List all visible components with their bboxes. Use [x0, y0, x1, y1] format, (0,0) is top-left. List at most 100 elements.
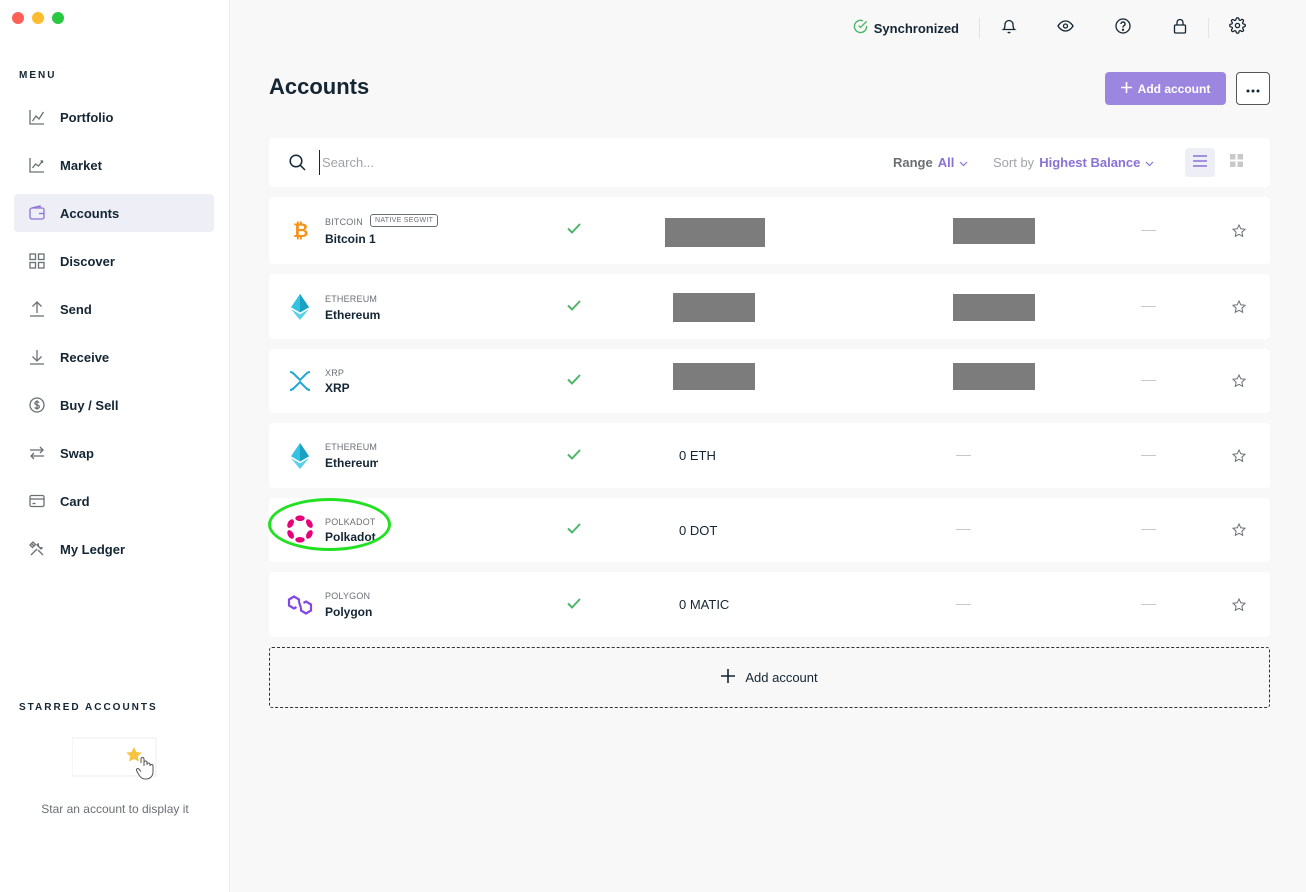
- account-ticker: ETHEREUM: [325, 442, 378, 452]
- svg-text:₿: ₿: [293, 220, 308, 241]
- sidebar-item-label: Portfolio: [60, 109, 114, 125]
- account-row-polkadot[interactable]: POLKADOT Polkadot 0 DOT: [269, 498, 1270, 562]
- redacted-balance: [673, 363, 755, 390]
- star-icon[interactable]: [1231, 373, 1247, 393]
- sort-dropdown[interactable]: Sort by Highest Balance: [993, 155, 1154, 170]
- countervalue-dash: [956, 455, 971, 456]
- help-button[interactable]: [1094, 17, 1151, 39]
- account-balance: 0 ETH: [679, 448, 716, 463]
- plus-icon: [721, 669, 736, 686]
- sidebar-item-swap[interactable]: Swap: [14, 434, 214, 472]
- redacted-balance: [665, 218, 765, 247]
- notifications-button[interactable]: [980, 18, 1037, 39]
- account-balance: 0 DOT: [679, 523, 718, 538]
- chart-line-icon: [28, 108, 46, 126]
- sync-check-icon: [567, 447, 581, 465]
- redacted-countervalue: [953, 218, 1035, 244]
- eye-icon: [1057, 18, 1074, 39]
- arrow-up-icon: [28, 300, 46, 318]
- bell-icon: [1000, 18, 1017, 39]
- account-ticker: POLKADOT: [325, 517, 376, 527]
- plus-icon: [1120, 81, 1132, 96]
- lock-button[interactable]: [1151, 18, 1208, 39]
- sidebar-item-market[interactable]: Market: [14, 146, 214, 184]
- account-name: Ethereum: [325, 308, 381, 322]
- card-icon: [28, 492, 46, 510]
- countervalue-dash: [956, 529, 971, 530]
- sidebar-item-card[interactable]: Card: [14, 482, 214, 520]
- sidebar-item-send[interactable]: Send: [14, 290, 214, 328]
- redacted-countervalue: [953, 363, 1035, 390]
- search-input[interactable]: [319, 150, 619, 175]
- sidebar-item-label: Accounts: [60, 205, 120, 221]
- minimize-window-button[interactable]: [32, 12, 44, 24]
- account-row-polygon[interactable]: POLYGON Polygon 0 MATIC: [269, 572, 1270, 637]
- sidebar-item-label: My Ledger: [60, 541, 126, 557]
- close-window-button[interactable]: [12, 12, 24, 24]
- sync-check-icon: [567, 596, 581, 614]
- grid-view-button[interactable]: [1221, 148, 1251, 177]
- settings-button[interactable]: [1209, 17, 1266, 39]
- sidebar-nav: Portfolio Market Accounts Discover Send …: [14, 98, 214, 578]
- account-name: Bitcoin 1: [325, 232, 376, 246]
- sort-label: Sort by: [993, 155, 1035, 170]
- range-value: All: [937, 155, 955, 170]
- search-icon: [289, 154, 306, 176]
- redacted-countervalue: [953, 294, 1035, 321]
- account-tag: NATIVE SEGWIT: [370, 214, 439, 227]
- sync-check-icon: [567, 372, 581, 390]
- account-name: Polkadot: [325, 530, 376, 544]
- menu-title: MENU: [19, 70, 57, 81]
- chevron-down-icon: [959, 155, 968, 170]
- add-account-row[interactable]: Add account: [269, 647, 1270, 708]
- star-icon[interactable]: [1231, 223, 1247, 243]
- sidebar-item-receive[interactable]: Receive: [14, 338, 214, 376]
- star-icon[interactable]: [1231, 299, 1247, 319]
- countervalue-dash: [956, 604, 971, 605]
- list-view-button[interactable]: [1185, 148, 1215, 177]
- sync-label: Synchronized: [873, 20, 959, 36]
- range-label: Range: [893, 155, 933, 170]
- change-dash: [1141, 455, 1156, 456]
- star-icon[interactable]: [1231, 597, 1247, 617]
- account-row-ethereum[interactable]: ETHEREUM Ethereum: [269, 274, 1270, 339]
- account-row-xrp[interactable]: XRP XRP: [269, 349, 1270, 413]
- account-name: Ethereum: [325, 456, 378, 470]
- add-account-label: Add account: [1137, 81, 1211, 96]
- sidebar-item-label: Receive: [60, 349, 110, 365]
- sync-check-icon: [567, 221, 581, 239]
- help-icon: [1114, 17, 1131, 39]
- account-ticker: POLYGON: [325, 591, 371, 601]
- more-options-button[interactable]: [1236, 72, 1270, 105]
- sidebar-item-discover[interactable]: Discover: [14, 242, 214, 280]
- sidebar-item-my-ledger[interactable]: My Ledger: [14, 530, 214, 568]
- add-account-button[interactable]: Add account: [1105, 72, 1226, 105]
- dollar-icon: [28, 396, 46, 414]
- bitcoin-icon: ₿: [285, 215, 315, 245]
- account-name: XRP: [325, 381, 350, 395]
- xrp-icon: [285, 366, 315, 396]
- account-row-bitcoin[interactable]: ₿ BITCOIN NATIVE SEGWIT Bitcoin 1: [269, 197, 1270, 264]
- change-dash: [1141, 306, 1156, 307]
- star-icon[interactable]: [1231, 448, 1247, 468]
- polkadot-icon: [285, 514, 315, 544]
- sidebar-item-buy-sell[interactable]: Buy / Sell: [14, 386, 214, 424]
- wallet-icon: [28, 204, 46, 222]
- redacted-balance: [673, 293, 755, 322]
- sync-status[interactable]: Synchronized: [853, 19, 979, 37]
- grid-icon: [1229, 153, 1243, 172]
- sync-check-icon: [567, 298, 581, 316]
- range-dropdown[interactable]: Range All: [893, 155, 968, 170]
- window-controls: [12, 12, 64, 24]
- star-icon[interactable]: [1231, 522, 1247, 542]
- check-circle-icon: [853, 19, 868, 37]
- sidebar-item-accounts[interactable]: Accounts: [14, 194, 214, 232]
- toggle-visibility-button[interactable]: [1037, 18, 1094, 39]
- sidebar-item-portfolio[interactable]: Portfolio: [14, 98, 214, 136]
- account-row-ethereum-2[interactable]: ETHEREUM Ethereum 0 ETH: [269, 423, 1270, 488]
- starred-empty-text: Star an account to display it: [41, 802, 189, 816]
- starred-illustration: [71, 736, 158, 780]
- maximize-window-button[interactable]: [52, 12, 64, 24]
- account-ticker: BITCOIN: [325, 217, 363, 227]
- polygon-icon: [285, 590, 315, 620]
